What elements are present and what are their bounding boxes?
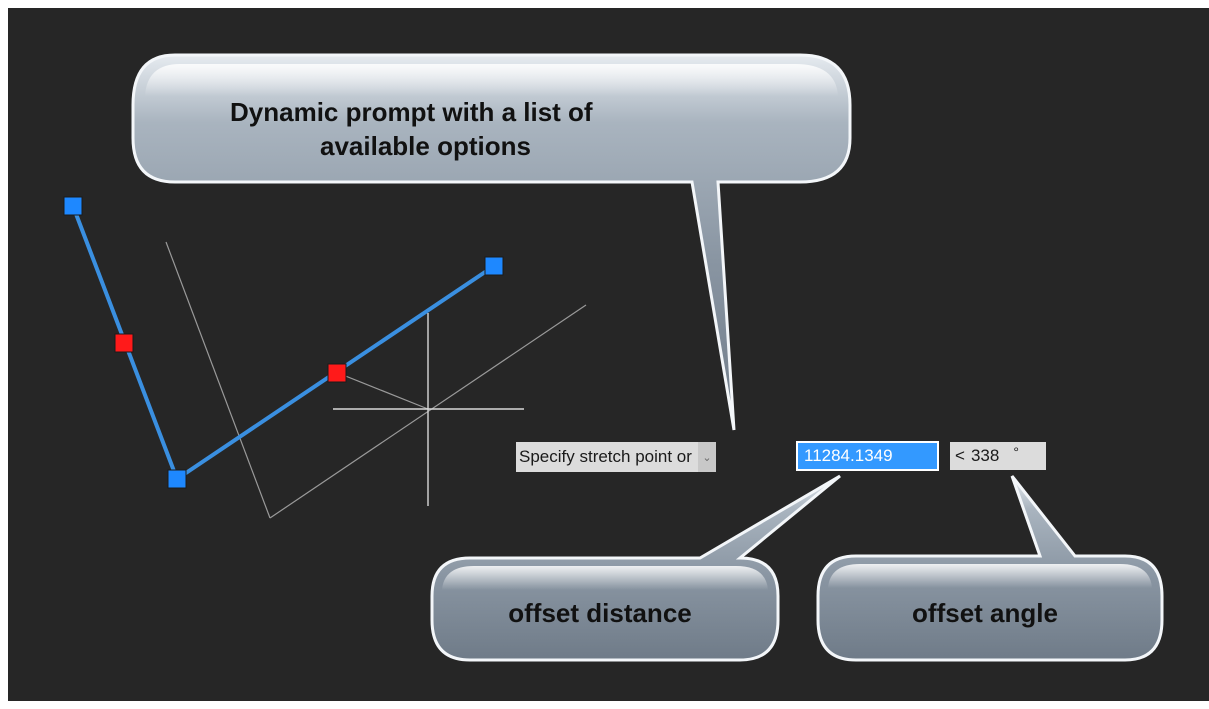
grip-endpoint-top[interactable] <box>63 196 83 216</box>
offset-distance-input[interactable]: 11284.1349 <box>796 441 939 471</box>
angle-value: 338 <box>970 446 1000 465</box>
callout-prompt-line-1: Dynamic prompt with a list of <box>230 97 593 127</box>
screenshot-root: Dynamic prompt with a list of available … <box>0 0 1209 709</box>
callout-offset-distance <box>430 474 841 662</box>
callout-offset-angle <box>816 475 1164 662</box>
dynamic-prompt-label: Specify stretch point or <box>519 447 692 466</box>
dynamic-prompt-menu[interactable]: Specify stretch point or ⌄ <box>516 442 716 472</box>
callout-offset-distance-text: offset distance <box>508 598 692 628</box>
selected-polyline[interactable] <box>71 204 496 481</box>
callout-dynamic-prompt-text: Dynamic prompt with a list of available … <box>170 95 730 163</box>
angle-degree-symbol: ° <box>1013 444 1019 460</box>
rubberband-line <box>337 372 429 410</box>
grip-midpoint-right[interactable] <box>327 363 347 383</box>
callout-prompt-line-2: available options <box>320 131 531 161</box>
construction-lines <box>165 241 587 519</box>
grip-endpoint-right[interactable] <box>484 256 504 276</box>
chevron-down-icon[interactable]: ⌄ <box>697 442 716 472</box>
angle-prefix: < <box>955 446 965 465</box>
grips[interactable] <box>63 196 504 489</box>
grip-midpoint-left[interactable] <box>114 333 134 353</box>
offset-angle-input[interactable]: < 338 ° <box>950 442 1046 470</box>
callout-offset-angle-text: offset angle <box>912 598 1058 628</box>
crosshair-cursor <box>333 313 524 506</box>
grip-endpoint-bottom[interactable] <box>167 469 187 489</box>
